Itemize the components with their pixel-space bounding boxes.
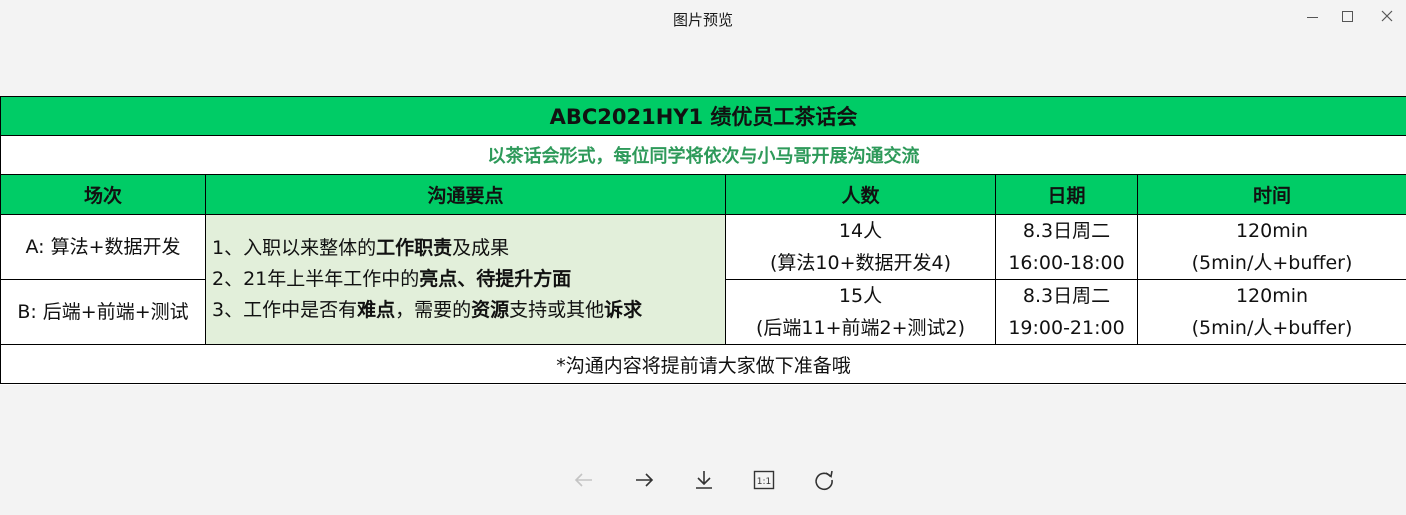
previous-button[interactable]	[569, 465, 599, 495]
close-icon	[1381, 10, 1393, 22]
duration-b: 120min (5min/人+buffer)	[1137, 279, 1406, 345]
table-note: *沟通内容将提前请大家做下准备哦	[0, 344, 1406, 384]
point-2: 2、21年上半年工作中的亮点、待提升方面	[212, 268, 572, 290]
header-people: 人数	[725, 174, 996, 215]
header-date: 日期	[995, 174, 1138, 215]
preview-toolbar: 1:1	[0, 455, 1406, 503]
preview-image: ABC2021HY1 绩优员工茶话会 以茶话会形式，每位同学将依次与小马哥开展沟…	[0, 96, 1406, 385]
session-b: B: 后端+前端+测试	[0, 279, 206, 345]
download-icon	[696, 471, 712, 489]
point-1: 1、入职以来整体的工作职责及成果	[212, 237, 510, 259]
discussion-points: 1、入职以来整体的工作职责及成果 2、21年上半年工作中的亮点、待提升方面 3、…	[205, 214, 726, 345]
duration-a: 120min (5min/人+buffer)	[1137, 214, 1406, 280]
next-button[interactable]	[629, 465, 659, 495]
date-b: 8.3日周二 19:00-21:00	[995, 279, 1138, 345]
minimize-icon	[1306, 16, 1318, 18]
header-points: 沟通要点	[205, 174, 726, 215]
title-bar: 图片预览	[0, 0, 1406, 40]
minimize-button[interactable]	[1298, 5, 1326, 27]
header-session: 场次	[0, 174, 206, 215]
table-subtitle: 以茶话会形式，每位同学将依次与小马哥开展沟通交流	[0, 135, 1406, 175]
original-size-button[interactable]: 1:1	[749, 465, 779, 495]
schedule-table: ABC2021HY1 绩优员工茶话会 以茶话会形式，每位同学将依次与小马哥开展沟…	[0, 96, 1406, 384]
point-3: 3、工作中是否有难点，需要的资源支持或其他诉求	[212, 299, 643, 321]
rotate-icon	[815, 470, 833, 491]
people-a: 14人 (算法10+数据开发4)	[725, 214, 996, 280]
window-title: 图片预览	[672, 11, 733, 29]
session-a: A: 算法+数据开发	[0, 214, 206, 280]
date-a: 8.3日周二 16:00-18:00	[995, 214, 1138, 280]
arrow-left-icon	[574, 473, 592, 487]
original-size-icon: 1:1	[753, 470, 775, 490]
original-size-label: 1:1	[757, 477, 771, 487]
rotate-button[interactable]	[809, 465, 839, 495]
maximize-button[interactable]	[1333, 5, 1361, 27]
table-title: ABC2021HY1 绩优员工茶话会	[0, 96, 1406, 136]
maximize-icon	[1341, 10, 1353, 22]
header-time: 时间	[1137, 174, 1406, 215]
arrow-right-icon	[636, 473, 654, 487]
close-button[interactable]	[1373, 5, 1401, 27]
download-button[interactable]	[689, 465, 719, 495]
people-b: 15人 (后端11+前端2+测试2)	[725, 279, 996, 345]
